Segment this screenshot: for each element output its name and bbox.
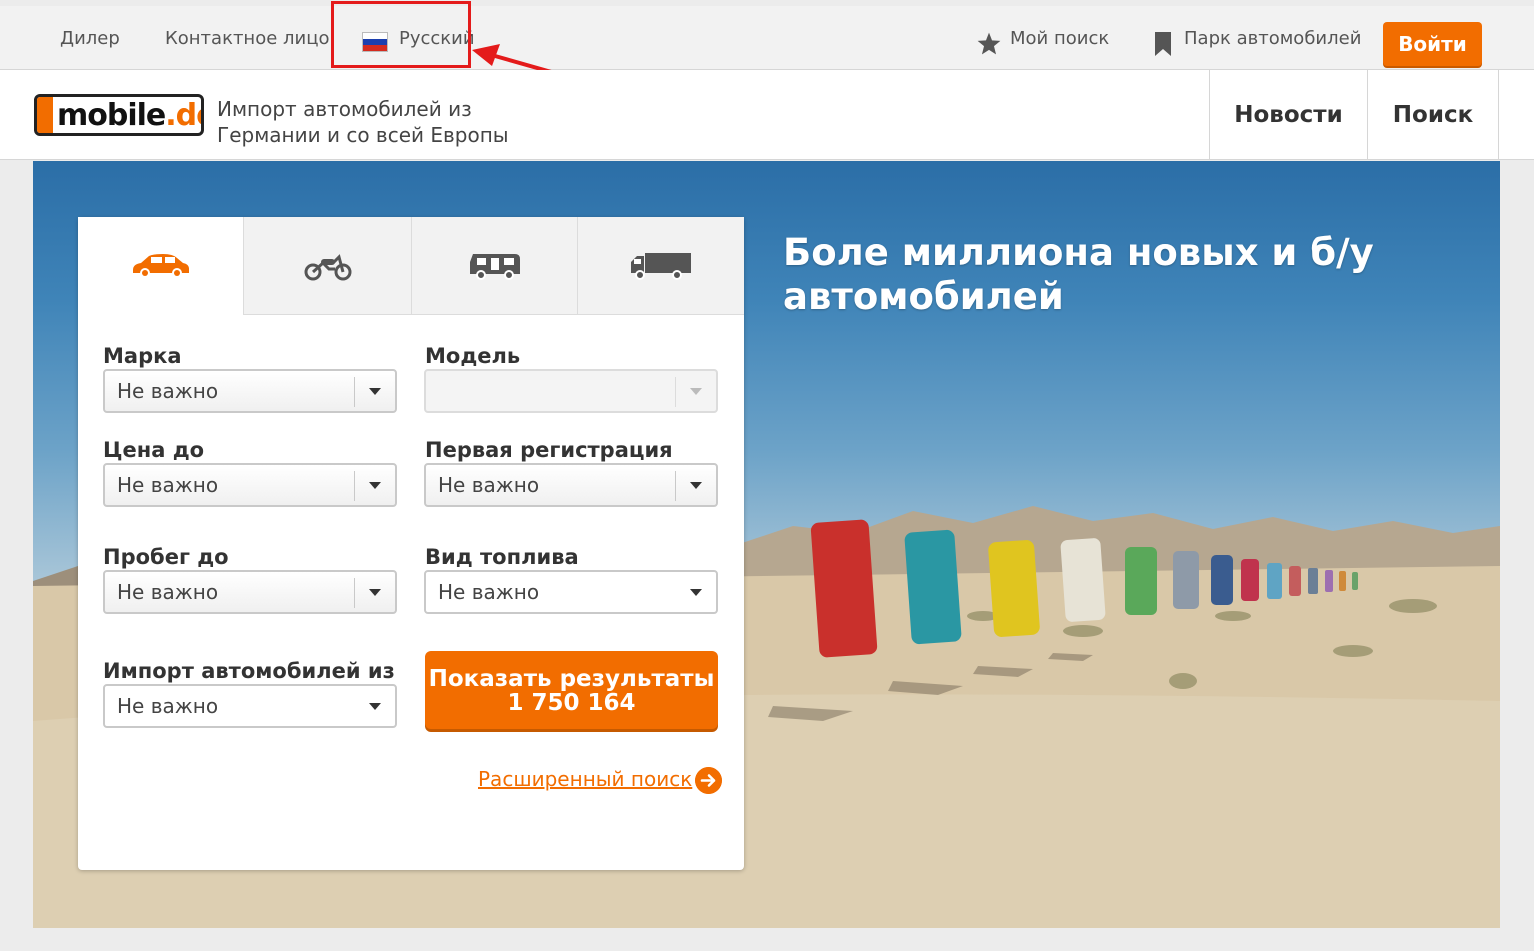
mileage-select[interactable]: Не важно bbox=[103, 570, 397, 614]
chevron-down-icon bbox=[369, 482, 381, 489]
advanced-search-link[interactable]: Расширенный поиск bbox=[478, 767, 692, 791]
annotation-highlight-box bbox=[331, 1, 471, 68]
truck-icon bbox=[631, 252, 691, 280]
star-icon[interactable] bbox=[976, 31, 1002, 57]
nav-news[interactable]: Новости bbox=[1209, 70, 1367, 160]
price-label: Цена до bbox=[103, 438, 205, 462]
import-from-label: Импорт автомобилей из bbox=[103, 659, 395, 683]
top-utility-bar: Дилер Контактное лицо Русский Мой поиск … bbox=[0, 0, 1534, 70]
mobile-de-logo[interactable]: mobile.de bbox=[34, 94, 204, 136]
chevron-down-icon bbox=[690, 589, 702, 596]
chevron-down-icon bbox=[369, 388, 381, 395]
car-icon bbox=[132, 254, 189, 278]
chevron-down-icon bbox=[690, 482, 702, 489]
vehicle-type-tabs bbox=[78, 217, 744, 315]
price-select[interactable]: Не важно bbox=[103, 463, 397, 507]
chevron-down-icon bbox=[369, 703, 381, 710]
make-label: Марка bbox=[103, 344, 182, 368]
make-select[interactable]: Не важно bbox=[103, 369, 397, 413]
first-registration-select[interactable]: Не важно bbox=[424, 463, 718, 507]
tab-trucks[interactable] bbox=[577, 217, 744, 315]
model-label: Модель bbox=[425, 344, 521, 368]
chevron-down-icon bbox=[690, 388, 702, 395]
import-from-select[interactable]: Не важно bbox=[103, 684, 397, 728]
arrow-right-circle-icon[interactable] bbox=[695, 767, 722, 794]
tab-motorcycles[interactable] bbox=[243, 217, 411, 315]
tab-campers[interactable] bbox=[411, 217, 577, 315]
site-tagline: Импорт автомобилей из Германии и со всей… bbox=[217, 97, 509, 147]
first-registration-label: Первая регистрация bbox=[425, 438, 673, 462]
car-park-link[interactable]: Парк автомобилей bbox=[1184, 28, 1361, 49]
contact-person-link[interactable]: Контактное лицо bbox=[165, 28, 329, 49]
mileage-label: Пробег до bbox=[103, 545, 229, 569]
site-header: mobile.de Импорт автомобилей из Германии… bbox=[0, 70, 1534, 160]
model-select[interactable] bbox=[424, 369, 718, 413]
show-results-button[interactable]: Показать результаты 1 750 164 bbox=[425, 651, 718, 729]
login-button[interactable]: Войти bbox=[1383, 22, 1482, 66]
fuel-type-label: Вид топлива bbox=[425, 545, 579, 569]
motorcycle-icon bbox=[304, 253, 351, 280]
hero-title: Боле миллиона новых и б/у автомобилей bbox=[783, 231, 1374, 318]
tab-cars[interactable] bbox=[78, 217, 243, 315]
fuel-type-select[interactable]: Не важно bbox=[424, 570, 718, 614]
chevron-down-icon bbox=[369, 589, 381, 596]
dealer-link[interactable]: Дилер bbox=[60, 28, 120, 49]
nav-search[interactable]: Поиск bbox=[1367, 70, 1499, 160]
my-search-link[interactable]: Мой поиск bbox=[1010, 28, 1109, 49]
camper-icon bbox=[469, 253, 520, 280]
bookmark-icon[interactable] bbox=[1154, 32, 1172, 56]
